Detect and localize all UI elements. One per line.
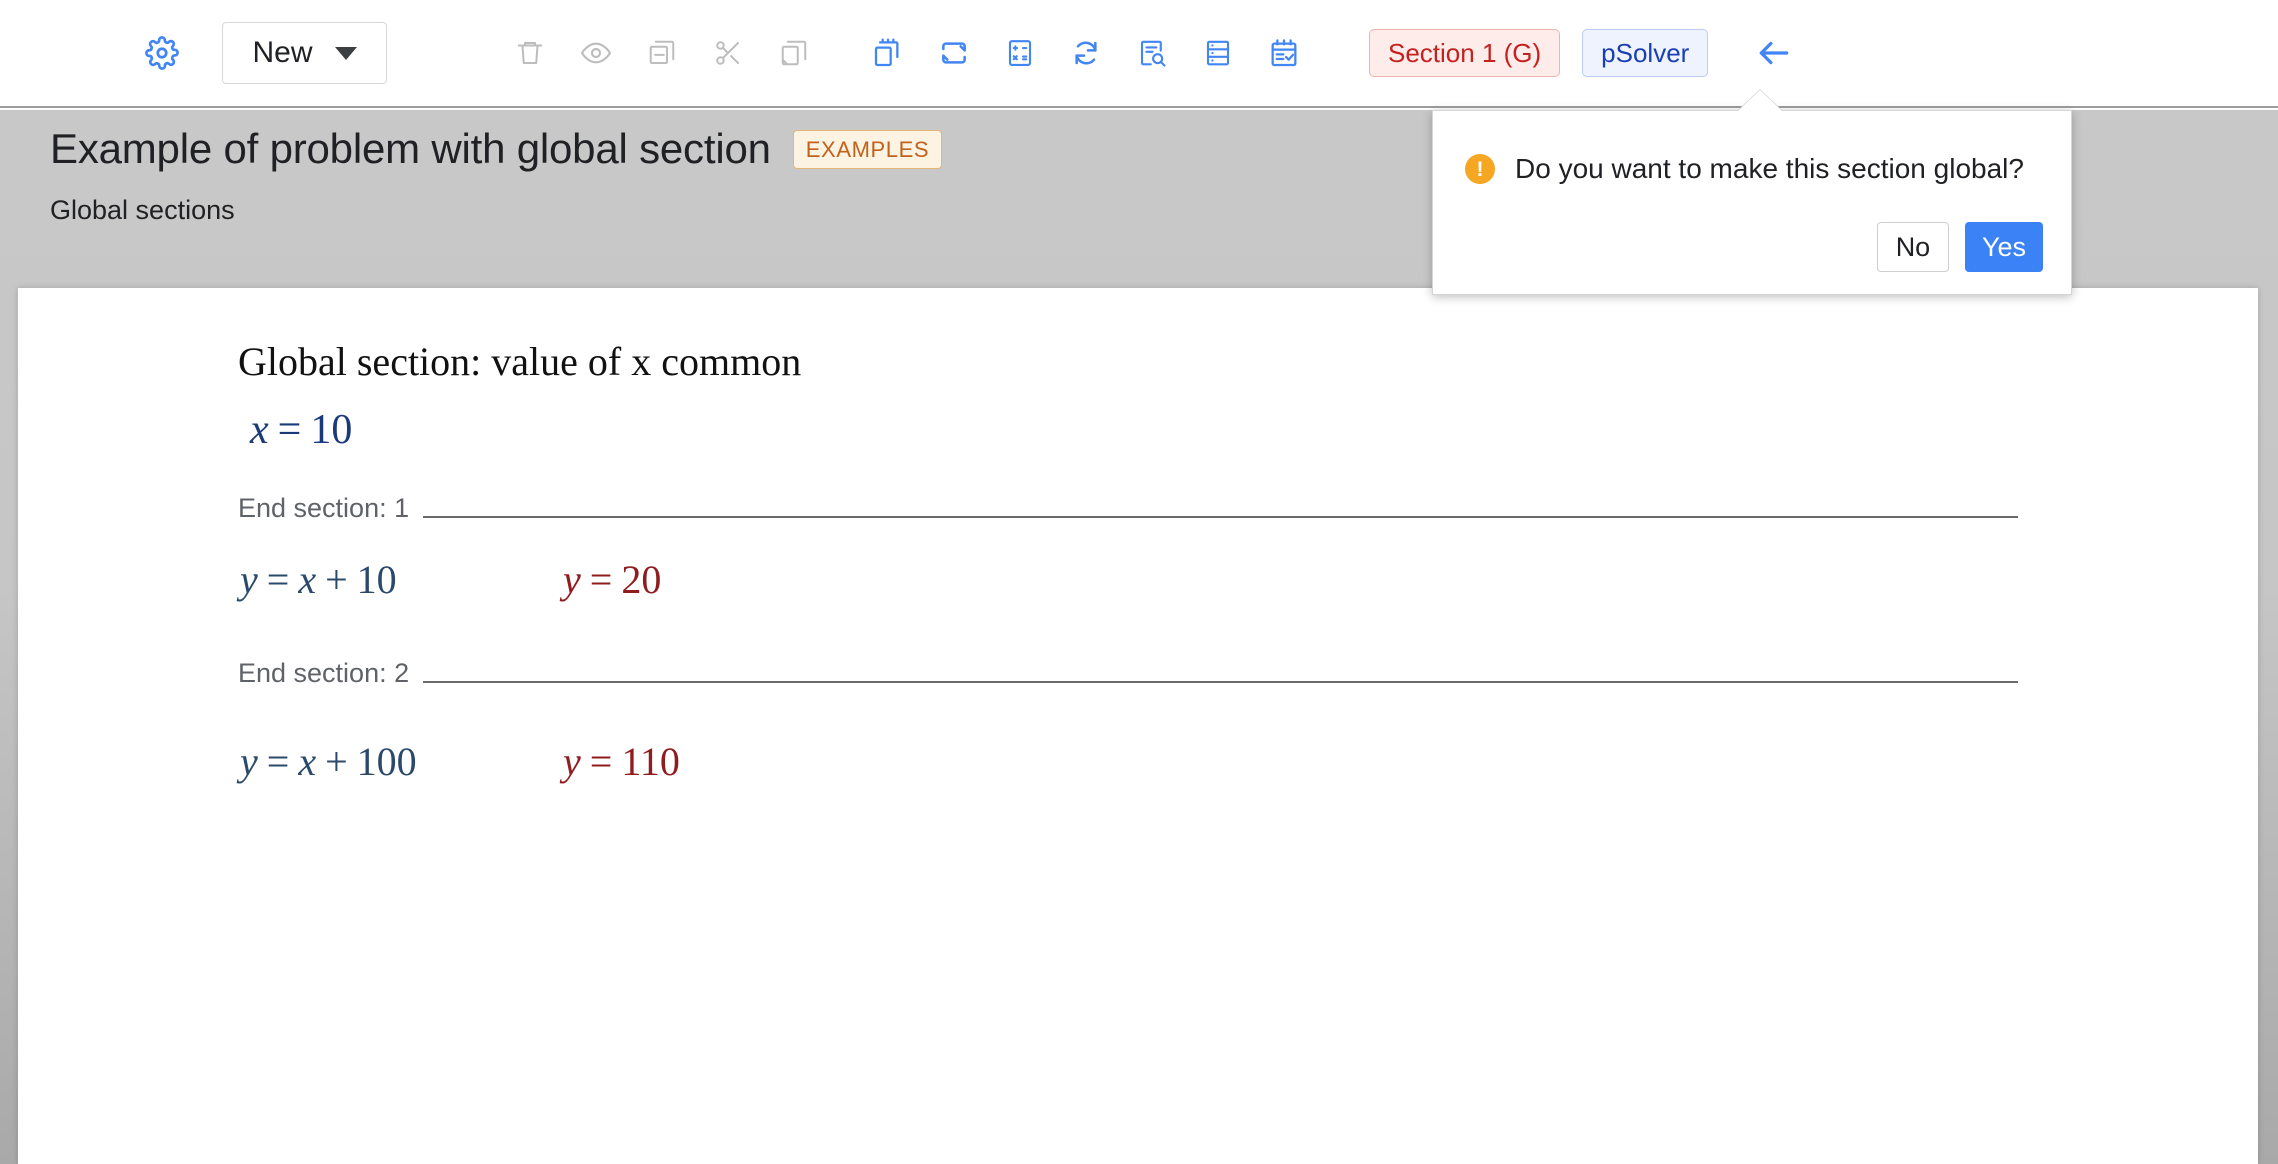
new-button[interactable]: New xyxy=(222,22,387,84)
make-section-global-popup: ! Do you want to make this section globa… xyxy=(1432,110,2072,295)
equation-1-left-plus: + xyxy=(325,557,348,602)
equation-1-right-rhs: 20 xyxy=(621,557,662,602)
top-toolbar: New Section 1 (G) pSolver xyxy=(0,0,2278,108)
equation-global-lhs: x xyxy=(250,407,269,453)
document-body[interactable]: Global section: value of x common x = 10 E… xyxy=(18,288,2258,1164)
end-section-1-label: End section: 1 xyxy=(238,493,410,523)
equation-1-left-equals: = xyxy=(266,557,290,602)
equation-2-right-equals: = xyxy=(589,739,613,784)
list-table-icon[interactable] xyxy=(1185,25,1251,81)
equation-1-left-term2: 10 xyxy=(356,557,397,602)
popup-button-row: No Yes xyxy=(1876,222,2043,272)
equation-global[interactable]: x = 10 xyxy=(250,406,352,454)
end-section-2-row: End section: 2 xyxy=(238,658,2018,689)
page-title: Example of problem with global section xyxy=(50,125,771,172)
end-section-1-rule xyxy=(423,515,2018,518)
equation-1-left-term1: x xyxy=(298,557,317,602)
page-title-row: Example of problem with global section E… xyxy=(50,125,1350,173)
equation-2-left[interactable]: y = x +100 xyxy=(240,738,417,785)
no-button[interactable]: No xyxy=(1876,222,1949,272)
equation-1-right[interactable]: y = 20 xyxy=(563,556,661,603)
yes-button[interactable]: Yes xyxy=(1964,222,2043,272)
equation-2-right[interactable]: y = 110 xyxy=(563,738,680,785)
equation-global-operator: = xyxy=(277,407,302,453)
equation-2-left-plus: + xyxy=(325,739,348,784)
equation-1-left[interactable]: y = x +10 xyxy=(240,556,397,603)
paste-document-icon[interactable] xyxy=(855,25,921,81)
trash-icon[interactable] xyxy=(497,25,563,81)
eye-icon[interactable] xyxy=(563,25,629,81)
end-section-1-row: End section: 1 xyxy=(238,493,2018,524)
equation-global-rhs: 10 xyxy=(310,407,353,453)
gray-icon-group xyxy=(497,25,827,81)
equation-2-left-lhs: y xyxy=(240,739,258,784)
page-subtitle: Global sections xyxy=(50,195,235,225)
header-block: Example of problem with global section E… xyxy=(50,125,1350,226)
popup-message: Do you want to make this section global? xyxy=(1515,153,2024,184)
equation-2-left-term2: 100 xyxy=(356,739,417,784)
equation-1-right-equals: = xyxy=(589,557,613,602)
end-section-2-label: End section: 2 xyxy=(238,658,410,688)
loop-repeat-icon[interactable] xyxy=(921,25,987,81)
equation-2-right-rhs: 110 xyxy=(621,739,680,784)
warning-icon: ! xyxy=(1465,154,1495,184)
equation-2-right-lhs: y xyxy=(563,739,581,784)
refresh-sync-icon[interactable] xyxy=(1053,25,1119,81)
new-button-label: New xyxy=(252,36,313,69)
popup-pointer-arrow xyxy=(1738,90,1782,111)
calculator-icon[interactable] xyxy=(987,25,1053,81)
examples-badge[interactable]: EXAMPLES xyxy=(792,129,943,169)
document-heading: Global section: value of x common xyxy=(238,339,802,384)
equation-1-right-lhs: y xyxy=(563,557,581,602)
copy-minus-icon[interactable] xyxy=(629,25,695,81)
blue-icon-group xyxy=(855,25,1317,81)
end-section-2-rule xyxy=(423,680,2018,683)
scissors-icon[interactable] xyxy=(695,25,761,81)
equation-2-left-term1: x xyxy=(298,739,317,784)
equation-1-left-lhs: y xyxy=(240,557,258,602)
gear-icon[interactable] xyxy=(138,29,186,77)
calendar-check-icon[interactable] xyxy=(1251,25,1317,81)
popup-message-row: ! Do you want to make this section globa… xyxy=(1465,153,2071,185)
copy-icon[interactable] xyxy=(761,25,827,81)
section-pill-button[interactable]: Section 1 (G) xyxy=(1369,29,1561,77)
chevron-down-icon xyxy=(334,46,357,60)
psolver-pill-button[interactable]: pSolver xyxy=(1582,29,1709,77)
arrow-left-icon[interactable] xyxy=(1746,25,1802,81)
equation-2-left-equals: = xyxy=(266,739,290,784)
document-card: Global section: value of x common x = 10 E… xyxy=(18,288,2258,1164)
document-search-icon[interactable] xyxy=(1119,25,1185,81)
